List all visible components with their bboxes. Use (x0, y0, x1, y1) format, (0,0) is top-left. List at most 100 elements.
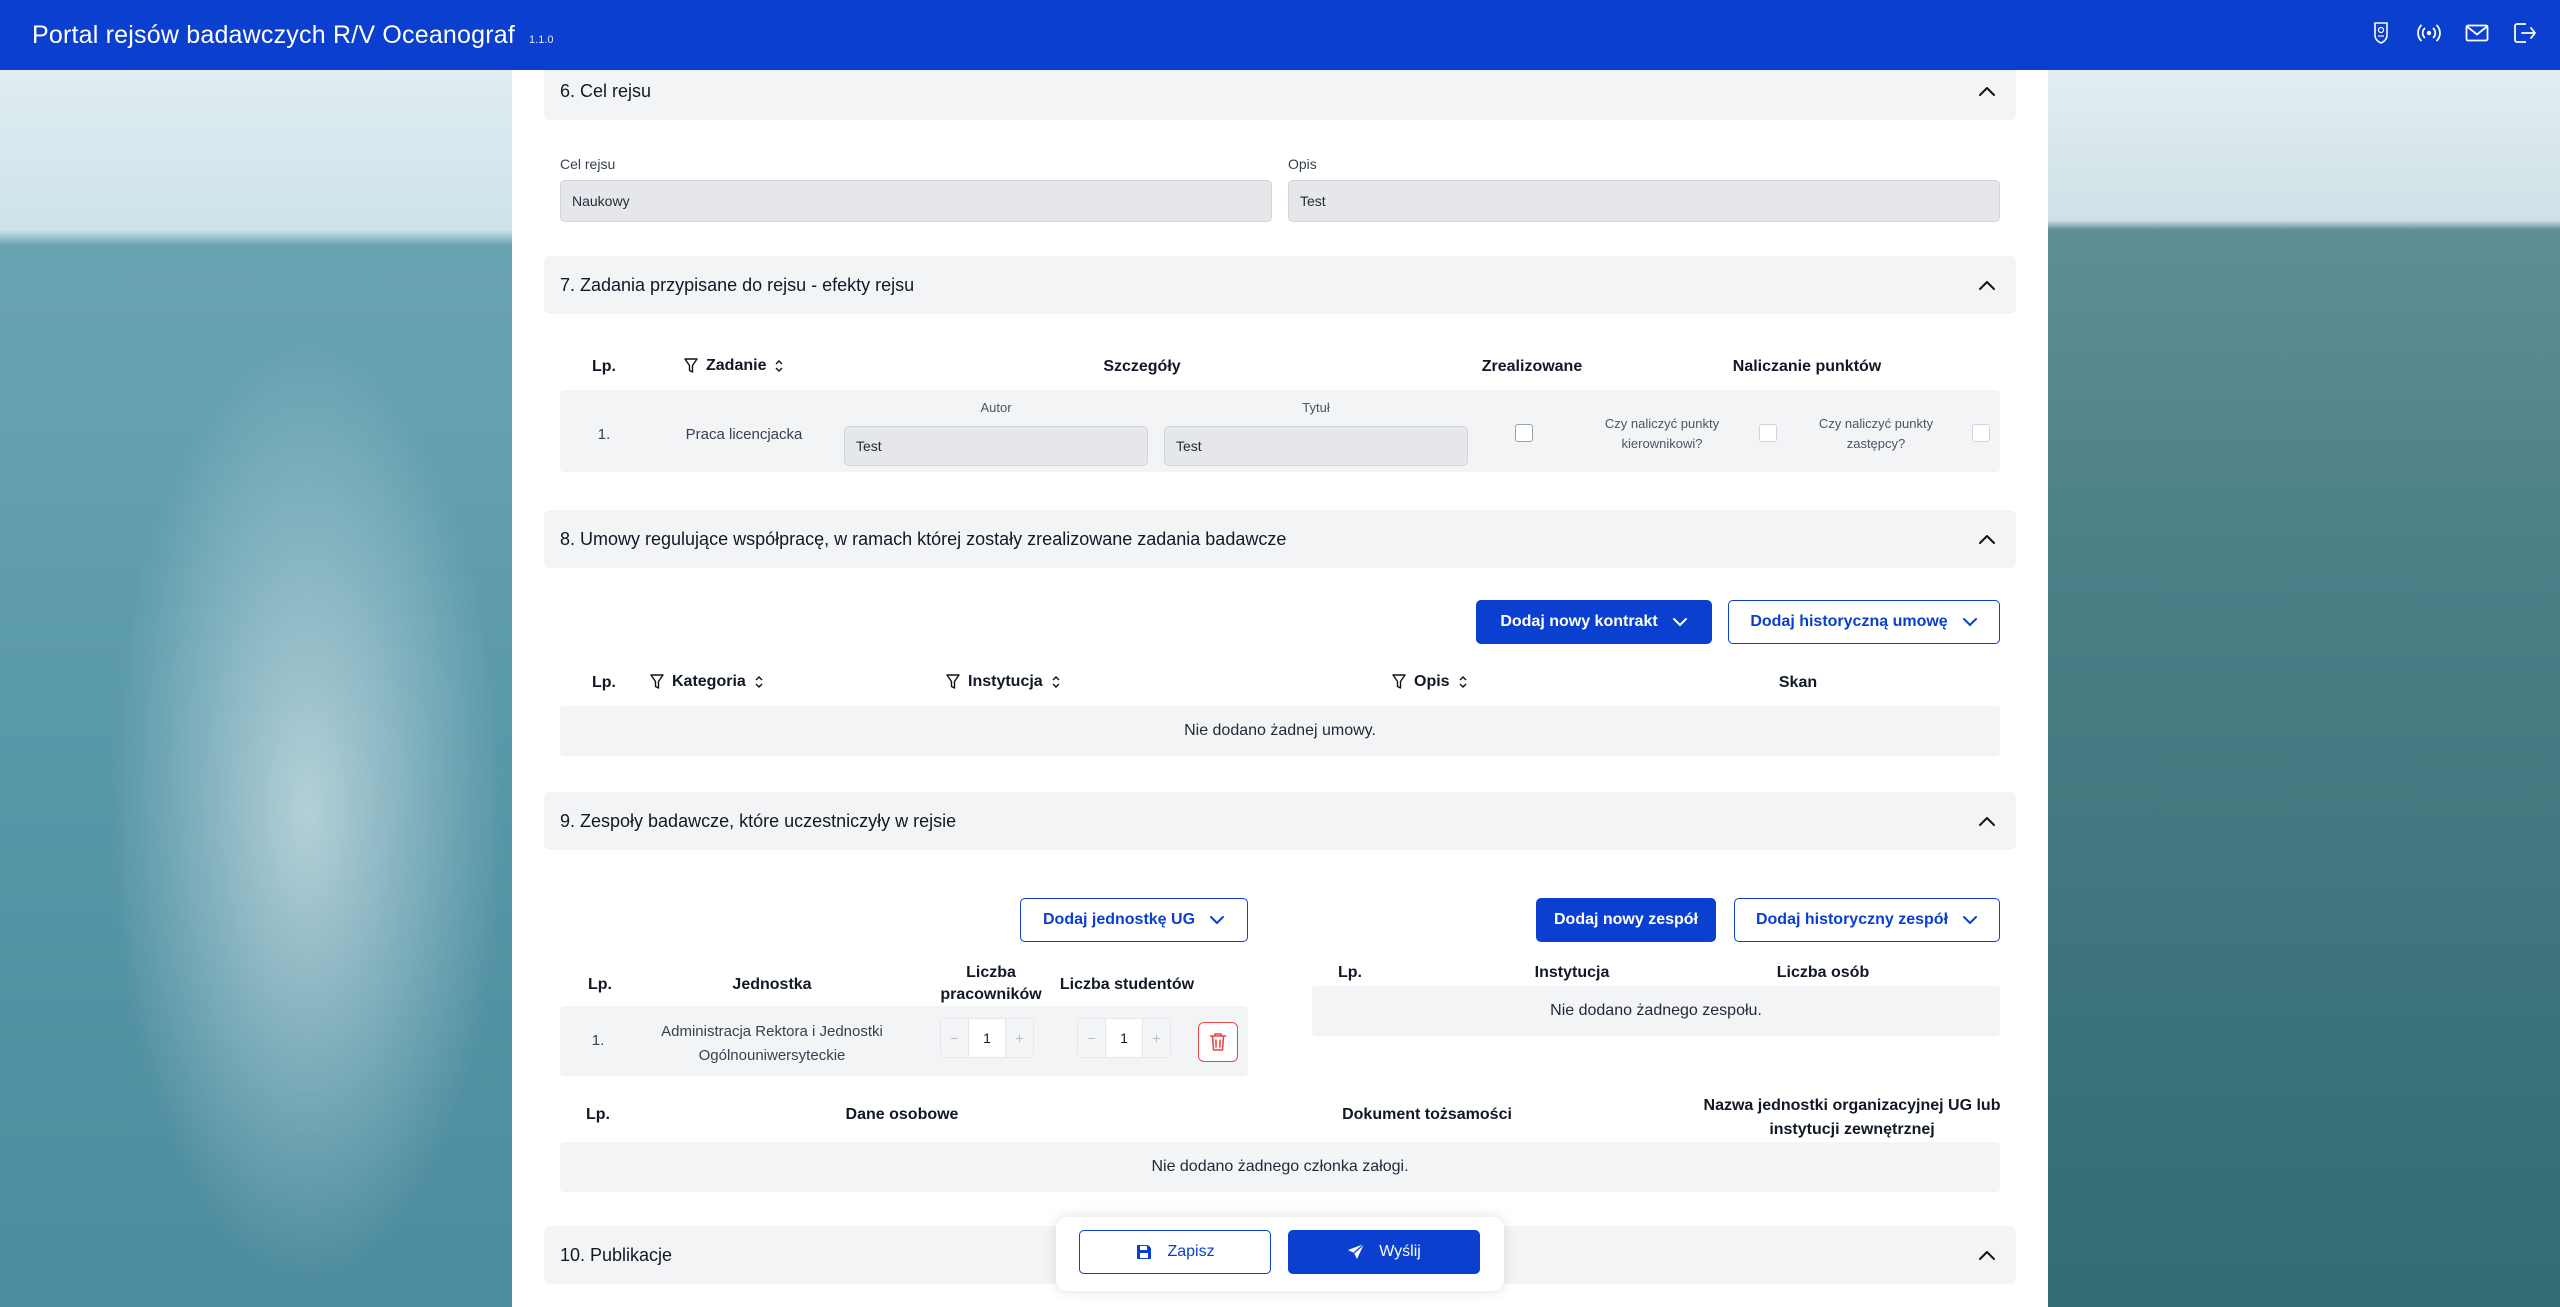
column-header-szczegoly: Szczegóły (1103, 358, 1181, 375)
row-lp: 1. (591, 1032, 605, 1049)
stepper-value[interactable]: 1 (1105, 1019, 1143, 1057)
filter-icon[interactable] (684, 358, 698, 374)
decrement-button[interactable]: − (941, 1019, 968, 1057)
button-label: Dodaj nowy zespół (1553, 911, 1698, 928)
increment-button[interactable]: + (1143, 1019, 1170, 1057)
crest-icon[interactable] (2368, 20, 2394, 46)
broadcast-icon[interactable] (2416, 20, 2442, 46)
column-header-zrealizowane: Zrealizowane (1481, 358, 1583, 375)
trash-icon (1209, 1033, 1227, 1051)
sort-icon[interactable] (1458, 675, 1468, 689)
chevron-up-icon[interactable] (1976, 1245, 1998, 1267)
section-title: 9. Zespoły badawcze, które uczestniczyły… (560, 810, 957, 831)
tytul-label: Tytuł (1302, 400, 1330, 415)
button-label: Zapisz (1167, 1243, 1215, 1260)
app-title[interactable]: Portal rejsów badawczych R/V Oceanograf (32, 21, 515, 50)
column-label: Zadanie (706, 357, 767, 374)
logout-icon[interactable] (2512, 20, 2538, 46)
sort-icon[interactable] (754, 675, 764, 689)
paper-plane-icon (1348, 1243, 1365, 1259)
column-header-lp: Lp. (588, 976, 612, 993)
chevron-up-icon[interactable] (1976, 81, 1998, 103)
column-header-naliczanie-punktow: Naliczanie punktów (1732, 358, 1882, 375)
section-header-zadania[interactable]: 7. Zadania przypisane do rejsu - efekty … (544, 256, 2016, 314)
column-header-nazwa-jednostki: Nazwa jednostki organizacyjnej UG lub in… (1703, 1097, 2001, 1138)
add-historical-team-button[interactable]: Dodaj historyczny zespół (1734, 898, 2000, 942)
row-jednostka: Administracja Rektora i Jednostki Ogólno… (661, 1023, 883, 1064)
zastepca-points-checkbox[interactable] (1972, 424, 1990, 442)
delete-button[interactable] (1198, 1022, 1238, 1062)
chevron-down-icon (1963, 916, 1978, 925)
add-ug-unit-button[interactable]: Dodaj jednostkę UG (1020, 898, 1248, 942)
zrealizowane-checkbox[interactable] (1515, 424, 1533, 442)
autor-label: Autor (980, 400, 1012, 415)
add-historical-contract-button[interactable]: Dodaj historyczną umowę (1728, 600, 2000, 644)
button-label: Dodaj nowy kontrakt (1500, 613, 1658, 630)
row-zadanie: Praca licencjacka (685, 426, 803, 443)
kierownik-points-checkbox[interactable] (1759, 424, 1777, 442)
cel-rejsu-field[interactable]: Naukowy (560, 180, 1272, 222)
column-header-instytucja: Instytucja (1534, 964, 1610, 981)
button-label: Wyślij (1379, 1243, 1421, 1260)
background-sea-right (2048, 70, 2560, 1307)
column-header-liczba-pracownikow: Liczba pracowników (940, 964, 1042, 1003)
opis-field[interactable]: Test (1288, 180, 2000, 222)
stepper-value[interactable]: 1 (968, 1019, 1006, 1057)
empty-crew-message: Nie dodano żadnego członka załogi. (560, 1142, 2000, 1192)
button-label: Dodaj historyczną umowę (1750, 613, 1948, 630)
column-header-lp: Lp. (1338, 964, 1362, 981)
column-header-dane-osobowe: Dane osobowe (845, 1106, 959, 1123)
app-version: 1.1.0 (529, 34, 554, 46)
opis-label: Opis (1288, 156, 1317, 172)
top-navigation-bar: Portal rejsów badawczych R/V Oceanograf … (0, 0, 2560, 70)
add-new-team-button[interactable]: Dodaj nowy zespół (1536, 898, 1716, 942)
button-label: Dodaj jednostkę UG (1042, 911, 1196, 928)
save-button[interactable]: Zapisz (1079, 1230, 1271, 1274)
chevron-down-icon (1210, 916, 1225, 925)
kierownik-points-question: Czy naliczyć punkty kierownikowi? (1604, 416, 1720, 451)
column-header-lp: Lp. (592, 674, 616, 691)
column-label: Opis (1414, 673, 1450, 690)
column-header-skan: Skan (1778, 674, 1818, 691)
column-header-opis[interactable]: Opis (1392, 673, 1468, 691)
add-new-contract-button[interactable]: Dodaj nowy kontrakt (1476, 600, 1712, 644)
chevron-up-icon[interactable] (1976, 811, 1998, 833)
column-header-lp: Lp. (586, 1106, 610, 1123)
filter-icon[interactable] (650, 674, 664, 690)
section-header-umowy[interactable]: 8. Umowy regulujące współpracę, w ramach… (544, 510, 2016, 568)
form-panel: 6. Cel rejsu Cel rejsu Naukowy Opis Test… (512, 70, 2048, 1307)
filter-icon[interactable] (946, 674, 960, 690)
increment-button[interactable]: + (1006, 1019, 1033, 1057)
column-label: Kategoria (672, 673, 746, 690)
autor-field[interactable]: Test (844, 426, 1148, 466)
column-label: Instytucja (968, 673, 1043, 690)
chevron-up-icon[interactable] (1976, 529, 1998, 551)
tytul-field[interactable]: Test (1164, 426, 1468, 466)
chevron-down-icon (1962, 618, 1977, 627)
empty-teams-message: Nie dodano żadnego zespołu. (1312, 986, 2000, 1036)
column-header-zadanie[interactable]: Zadanie (684, 357, 784, 375)
chevron-down-icon (1672, 618, 1687, 627)
cel-rejsu-label: Cel rejsu (560, 156, 616, 172)
decrement-button[interactable]: − (1078, 1019, 1105, 1057)
column-header-jednostka: Jednostka (732, 976, 812, 993)
column-header-kategoria[interactable]: Kategoria (650, 673, 764, 691)
button-label: Dodaj historyczny zespół (1755, 911, 1949, 928)
filter-icon[interactable] (1392, 674, 1406, 690)
mail-icon[interactable] (2464, 20, 2490, 46)
sort-icon[interactable] (774, 359, 784, 373)
empty-contracts-message: Nie dodano żadnej umowy. (560, 706, 2000, 756)
studenci-stepper[interactable]: − 1 + (1077, 1018, 1171, 1058)
pracownicy-stepper[interactable]: − 1 + (940, 1018, 1034, 1058)
zastepca-points-question: Czy naliczyć punkty zastępcy? (1818, 416, 1934, 451)
column-header-lp: Lp. (592, 358, 616, 375)
sort-icon[interactable] (1051, 675, 1061, 689)
chevron-up-icon[interactable] (1976, 275, 1998, 297)
floppy-disk-icon (1137, 1245, 1152, 1259)
column-header-instytucja[interactable]: Instytucja (946, 673, 1061, 691)
section-header-zespoly[interactable]: 9. Zespoły badawcze, które uczestniczyły… (544, 792, 2016, 850)
section-title: 6. Cel rejsu (560, 80, 652, 101)
section-header-cel-rejsu[interactable]: 6. Cel rejsu (544, 70, 2016, 120)
section-title: 10. Publikacje (560, 1244, 673, 1265)
send-button[interactable]: Wyślij (1288, 1230, 1480, 1274)
